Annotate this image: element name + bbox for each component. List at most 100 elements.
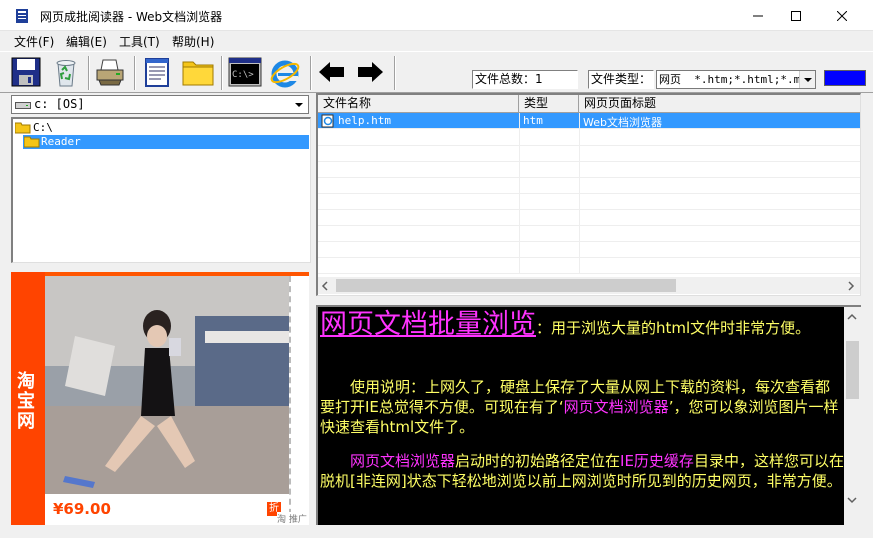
tree-item-reader[interactable]: Reader [23,135,309,149]
vertical-scroll-thumb[interactable] [846,341,859,399]
table-row-empty [318,146,860,162]
column-header-label: 文件名称 [323,96,372,110]
menu-tools[interactable]: 工具(T) [119,33,160,50]
ad-brand: 淘宝网 [17,371,35,432]
maximize-icon [791,10,801,21]
file-list: 文件名称 类型 网页页面标题 help.htm htm Web文档浏览器 [316,93,861,296]
print-button[interactable] [94,56,128,90]
open-folder-icon [24,136,40,148]
ad-film-strip [289,276,309,525]
preview-link[interactable]: 网页文档浏览器 [350,452,455,470]
ad-footer: 淘 推广 [277,512,307,525]
horizontal-scroll-thumb[interactable] [336,279,676,292]
file-type-value: 网页 *.htm;*.html;*.mh [659,73,807,86]
toolbar: C:\> 文件总数：1 文件类型： 网页 *.htm;*.html;*.mh [0,51,873,93]
column-header-type[interactable]: 类型 [519,95,579,113]
drive-select[interactable]: c: [OS] [11,95,309,114]
accent-color-box [824,70,866,86]
back-button[interactable] [316,56,350,90]
horizontal-scrollbar[interactable] [318,277,860,294]
toolbar-separator [88,56,90,90]
folder-tree: C:\ Reader [11,117,311,263]
internet-explorer-button[interactable] [268,56,302,90]
folder-icon [182,61,214,86]
file-type-cell: htm [523,114,543,127]
column-header-label: 网页页面标题 [584,96,657,110]
scroll-right-icon[interactable] [846,281,856,291]
file-type-label: 文件类型： [591,72,652,86]
preview-intro: 网页文档批量浏览：用于浏览大量的html文件时非常方便。 [320,307,844,343]
preview-link[interactable]: IE历史缓存 [620,452,694,470]
command-prompt-icon: C:\> [228,57,262,87]
drive-select-value: c: [OS] [34,97,85,111]
file-name-cell: help.htm [338,114,391,127]
arrow-right-icon [358,62,383,82]
toolbar-separator [394,56,396,90]
file-count-field: 文件总数：1 [472,70,578,89]
toolbar-separator [134,56,136,90]
close-button[interactable] [819,0,865,31]
table-row-empty [318,130,860,146]
drive-icon [15,102,31,109]
table-row-empty [318,226,860,242]
forward-button[interactable] [354,56,388,90]
save-icon [11,57,41,87]
menu-edit[interactable]: 编辑(E) [66,33,107,50]
menu-file[interactable]: 文件(F) [14,33,54,50]
table-row-empty [318,178,860,194]
column-divider [519,113,520,273]
chevron-down-icon [804,78,812,82]
file-count-label: 文件总数：1 [475,72,543,86]
table-row-empty [318,210,860,226]
open-folder-button[interactable] [181,56,215,90]
notepad-icon [145,58,169,87]
maximize-button[interactable] [773,0,819,31]
ad-brand-strip: 淘宝网 [11,272,45,525]
printer-icon [96,59,124,86]
preview-title-link[interactable]: 网页文档批量浏览 [320,309,536,340]
drive-dropdown-button[interactable] [291,97,307,112]
table-row-empty [318,194,860,210]
recycle-bin-button[interactable] [50,56,84,90]
minimize-icon [753,15,763,16]
chevron-down-icon [295,103,303,107]
ad-product-photo [45,276,289,494]
column-header-name[interactable]: 文件名称 [318,95,519,113]
tree-item-root[interactable]: C:\ [15,121,295,135]
arrow-left-icon [319,62,344,82]
table-row-empty [318,242,860,258]
ad-price: ¥69.00 [53,500,111,518]
preview-pane: 网页文档批量浏览：用于浏览大量的html文件时非常方便。 使用说明：上网久了，硬… [316,305,861,525]
preview-content: 网页文档批量浏览：用于浏览大量的html文件时非常方便。 使用说明：上网久了，硬… [320,307,844,491]
file-type-label-box: 文件类型： [588,70,654,89]
page-title-cell: Web文档浏览器 [583,116,662,129]
save-button[interactable] [10,56,44,90]
scroll-up-icon[interactable] [847,312,857,322]
tree-item-label: C:\ [33,121,53,134]
menu-bar: 文件(F) 编辑(E) 工具(T) 帮助(H) [0,31,873,51]
advertisement-panel[interactable]: 淘宝网 ¥69.00 折 淘 推广 [11,272,309,525]
command-prompt-button[interactable]: C:\> [228,56,262,90]
table-row-empty [318,162,860,178]
preview-paragraph-1: 使用说明：上网久了，硬盘上保存了大量从网上下载的资料，每次查看都要打开IE总觉得… [320,377,844,437]
column-header-title[interactable]: 网页页面标题 [579,95,860,113]
scroll-left-icon[interactable] [320,281,330,291]
toolbar-separator [221,56,223,90]
vertical-scrollbar[interactable] [844,307,861,525]
close-icon [837,10,847,21]
preview-title-suffix: ：用于浏览大量的html文件时非常方便。 [536,319,811,337]
title-bar: 网页成批阅读器 - Web文档浏览器 [0,0,873,31]
column-divider [579,113,580,273]
preview-link[interactable]: 网页文档浏览器 [564,398,669,416]
file-type-select[interactable]: 网页 *.htm;*.html;*.mh [656,70,816,89]
svg-text:C:\>: C:\> [232,70,254,80]
menu-help[interactable]: 帮助(H) [172,33,214,50]
window-title: 网页成批阅读器 - Web文档浏览器 [40,10,223,24]
scroll-down-icon[interactable] [847,495,857,505]
file-type-dropdown-button[interactable] [799,71,815,88]
table-row[interactable]: help.htm htm Web文档浏览器 [318,113,860,129]
tree-item-label: Reader [41,135,81,148]
column-header-label: 类型 [524,96,549,110]
notepad-button[interactable] [141,56,175,90]
ad-card: ¥69.00 折 淘 推广 [45,276,309,525]
